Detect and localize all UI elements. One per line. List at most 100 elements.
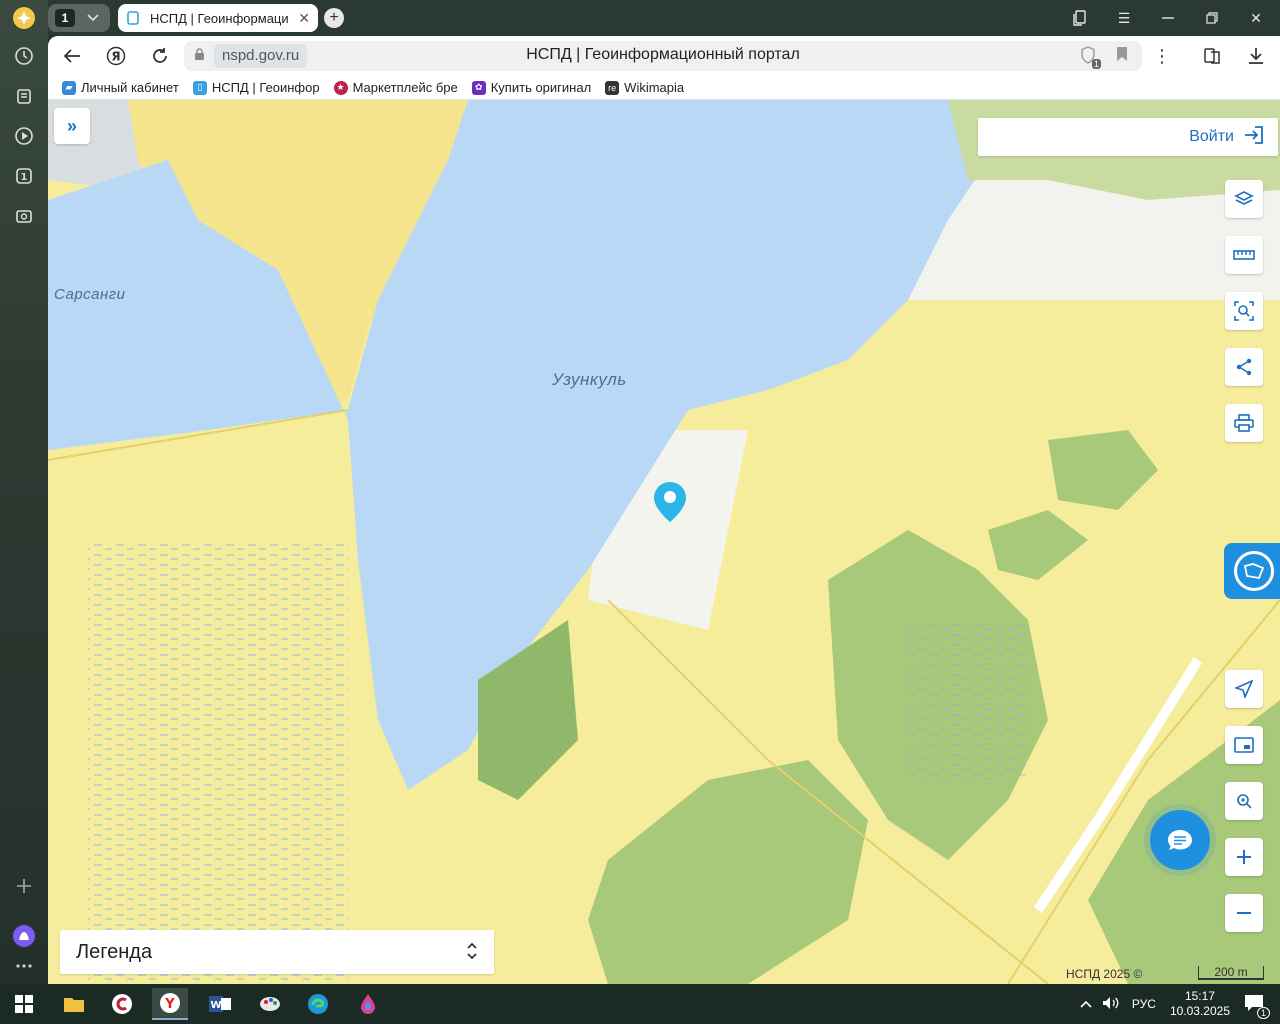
paint-icon[interactable] bbox=[252, 988, 288, 1020]
drop-app-icon[interactable] bbox=[350, 988, 386, 1020]
language-indicator[interactable]: РУС bbox=[1132, 997, 1156, 1011]
address-bar[interactable]: nspd.gov.ru НСПД | Геоинформационный пор… bbox=[184, 41, 1142, 71]
yandex-browser-icon[interactable]: Y bbox=[152, 988, 188, 1020]
svg-text:W: W bbox=[210, 1000, 221, 1011]
svg-text:Y: Y bbox=[164, 997, 175, 1012]
volume-icon[interactable] bbox=[1102, 996, 1120, 1013]
ruler-icon bbox=[1233, 250, 1255, 260]
clock[interactable]: 15:17 10.03.2025 bbox=[1170, 989, 1230, 1019]
back-arrow-icon[interactable] bbox=[60, 44, 84, 68]
side-panel-button[interactable] bbox=[1224, 543, 1280, 599]
tab-title: НСПД | Геоинформаци bbox=[150, 10, 289, 26]
ccleaner-icon[interactable] bbox=[104, 988, 140, 1020]
nspd-favicon-icon: ▯ bbox=[192, 80, 207, 95]
active-tab[interactable]: НСПД | Геоинформаци ✕ bbox=[118, 4, 318, 32]
reload-icon[interactable] bbox=[148, 44, 172, 68]
bookmark-label: Купить оригинал bbox=[490, 80, 592, 95]
bookmark-marketplace[interactable]: ★ Маркетплейс бре bbox=[333, 80, 458, 95]
history-icon[interactable] bbox=[10, 42, 38, 70]
screenshot-icon[interactable] bbox=[10, 202, 38, 230]
print-icon bbox=[1234, 414, 1254, 432]
chat-button[interactable] bbox=[1150, 810, 1210, 870]
download-icon[interactable] bbox=[1244, 44, 1268, 68]
tab-bar: 1 НСПД | Геоинформаци ✕ + ☰ ✕ bbox=[48, 0, 1280, 36]
minimize-icon[interactable] bbox=[1158, 8, 1178, 28]
legend-label: Легенда bbox=[76, 940, 153, 963]
notifications-icon[interactable]: 1 bbox=[1244, 994, 1270, 1019]
bookmark-label: НСПД | Геоинфор bbox=[211, 80, 320, 95]
reading-list-icon[interactable] bbox=[1200, 44, 1224, 68]
navigate-icon bbox=[1235, 680, 1253, 698]
zoom-out-button[interactable] bbox=[1225, 894, 1263, 932]
flower-favicon-icon: ✿ bbox=[471, 80, 486, 95]
shield-count: 1 bbox=[1091, 59, 1101, 69]
more-dots-icon[interactable] bbox=[10, 952, 38, 980]
ruler-button[interactable] bbox=[1225, 236, 1263, 274]
map-canvas[interactable]: Сарсанги Узункуль » Войти Легенда НСПД 2… bbox=[48, 100, 1280, 984]
copyright-text: НСПД 2025 © bbox=[1066, 967, 1143, 981]
bookmark-label: Wikimapia bbox=[624, 80, 685, 95]
more-vertical-icon[interactable]: ⋮ bbox=[1150, 44, 1174, 68]
chevron-up-icon[interactable] bbox=[1080, 997, 1092, 1011]
notifications-count: 1 bbox=[1256, 1006, 1270, 1019]
video-icon[interactable] bbox=[10, 122, 38, 150]
location-pin-icon[interactable] bbox=[652, 480, 688, 529]
bookmark-manager-icon[interactable] bbox=[1070, 8, 1090, 28]
nspd-favicon-icon bbox=[126, 11, 140, 25]
tab-counter-button[interactable]: 1 bbox=[48, 4, 110, 32]
bookmark-lk[interactable]: ▰ Личный кабинет bbox=[62, 80, 179, 95]
search-area-button[interactable] bbox=[1225, 292, 1263, 330]
edge-icon[interactable] bbox=[300, 988, 336, 1020]
cadastre-icon bbox=[1234, 551, 1274, 591]
tab-number-icon[interactable]: 1 bbox=[10, 162, 38, 190]
new-tab-button[interactable]: + bbox=[324, 8, 344, 28]
login-icon bbox=[1244, 125, 1264, 149]
chevron-down-icon bbox=[87, 11, 99, 25]
share-icon bbox=[1236, 358, 1252, 376]
add-icon[interactable] bbox=[10, 872, 38, 900]
bookmark-icon[interactable] bbox=[1116, 46, 1128, 67]
browser-sidebar: 1 bbox=[0, 0, 48, 984]
bookmark-label: Личный кабинет bbox=[81, 80, 179, 95]
navigate-button[interactable] bbox=[1225, 670, 1263, 708]
alice-icon[interactable] bbox=[10, 922, 38, 950]
yandex-logo-icon[interactable]: Я bbox=[104, 44, 128, 68]
clock-time: 15:17 bbox=[1184, 989, 1215, 1003]
login-label: Войти bbox=[1189, 128, 1234, 145]
print-button[interactable] bbox=[1225, 404, 1263, 442]
bookmark-buy-original[interactable]: ✿ Купить оригинал bbox=[471, 80, 592, 95]
bookmark-nspd[interactable]: ▯ НСПД | Геоинфор bbox=[192, 80, 320, 95]
bookmark-label: Маркетплейс бре bbox=[352, 80, 458, 95]
clock-date: 10.03.2025 bbox=[1169, 1004, 1230, 1018]
town-label: Сарсанги bbox=[54, 286, 126, 303]
expand-panel-button[interactable]: » bbox=[54, 108, 90, 144]
menu-icon[interactable]: ☰ bbox=[1114, 8, 1134, 28]
locate-button[interactable] bbox=[1225, 782, 1263, 820]
windows-start-icon[interactable] bbox=[6, 988, 42, 1020]
layers-button[interactable] bbox=[1225, 180, 1263, 218]
alice-star-icon[interactable] bbox=[10, 4, 38, 32]
minimap-button[interactable] bbox=[1225, 726, 1263, 764]
shield-icon[interactable]: 1 bbox=[1080, 46, 1101, 69]
zoom-out-icon bbox=[1237, 912, 1251, 914]
restore-icon[interactable] bbox=[1202, 8, 1222, 28]
word-icon[interactable]: W bbox=[202, 988, 238, 1020]
star-favicon-icon: ★ bbox=[333, 80, 348, 95]
zoom-in-icon bbox=[1237, 850, 1251, 864]
legend-dropdown[interactable]: Легенда bbox=[60, 930, 494, 974]
zoom-in-button[interactable] bbox=[1225, 838, 1263, 876]
layers-icon bbox=[1234, 191, 1254, 205]
login-button[interactable]: Войти bbox=[978, 118, 1278, 156]
close-tab-icon[interactable]: ✕ bbox=[298, 10, 310, 27]
bookmark-wikimapia[interactable]: re Wikimapia bbox=[605, 80, 684, 95]
chat-icon bbox=[1168, 830, 1192, 850]
share-button[interactable] bbox=[1225, 348, 1263, 386]
close-window-icon[interactable]: ✕ bbox=[1246, 8, 1266, 28]
search-area-icon bbox=[1234, 301, 1254, 321]
minimap-icon bbox=[1234, 737, 1254, 753]
lake-label: Узункуль bbox=[552, 370, 627, 389]
file-explorer-icon[interactable] bbox=[56, 988, 92, 1020]
collections-icon[interactable] bbox=[10, 82, 38, 110]
scale-bar: 200 m bbox=[1198, 966, 1264, 980]
svg-text:1: 1 bbox=[21, 172, 28, 183]
